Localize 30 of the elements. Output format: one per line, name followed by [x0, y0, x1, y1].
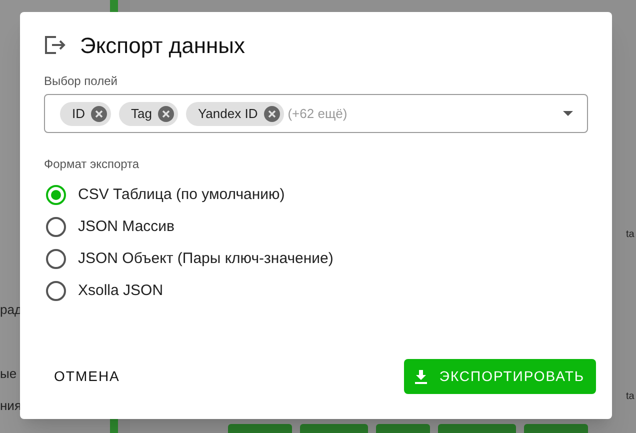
background-text: ые	[0, 365, 17, 383]
option-label[interactable]: Xsolla JSON	[78, 280, 164, 302]
option-label[interactable]: CSV Таблица (по умолчанию)	[78, 184, 285, 206]
background-tag	[300, 424, 368, 433]
field-chip[interactable]: Tag	[119, 102, 178, 126]
dropdown-caret-icon	[563, 111, 573, 116]
more-count: (+62 ещё)	[288, 104, 348, 123]
fields-select[interactable]: ID Tag Yandex ID (+62 ещё)	[44, 94, 588, 133]
radio-button[interactable]	[46, 185, 66, 205]
background-tag	[228, 424, 292, 433]
remove-icon[interactable]	[91, 106, 107, 122]
remove-icon[interactable]	[264, 106, 280, 122]
cancel-button[interactable]: ОТМЕНА	[36, 360, 138, 394]
format-label: Формат экспорта	[44, 156, 140, 173]
field-chip[interactable]: ID	[60, 102, 111, 126]
download-icon	[415, 370, 428, 384]
option-label[interactable]: JSON Массив	[78, 216, 175, 238]
radio-button[interactable]	[46, 217, 66, 237]
dialog-title: Экспорт данных	[80, 32, 245, 60]
background-tag	[524, 424, 588, 433]
radio-button[interactable]	[46, 281, 66, 301]
radio-button[interactable]	[46, 249, 66, 269]
field-chip[interactable]: Yandex ID	[186, 102, 284, 126]
background-text: ta	[626, 390, 634, 404]
option-label[interactable]: JSON Объект (Пары ключ-значение)	[78, 248, 334, 270]
export-icon	[44, 36, 66, 54]
remove-icon[interactable]	[158, 106, 174, 122]
background-text: ta	[626, 228, 634, 242]
field-label: Выбор полей	[44, 73, 118, 90]
background-tag	[376, 424, 430, 433]
